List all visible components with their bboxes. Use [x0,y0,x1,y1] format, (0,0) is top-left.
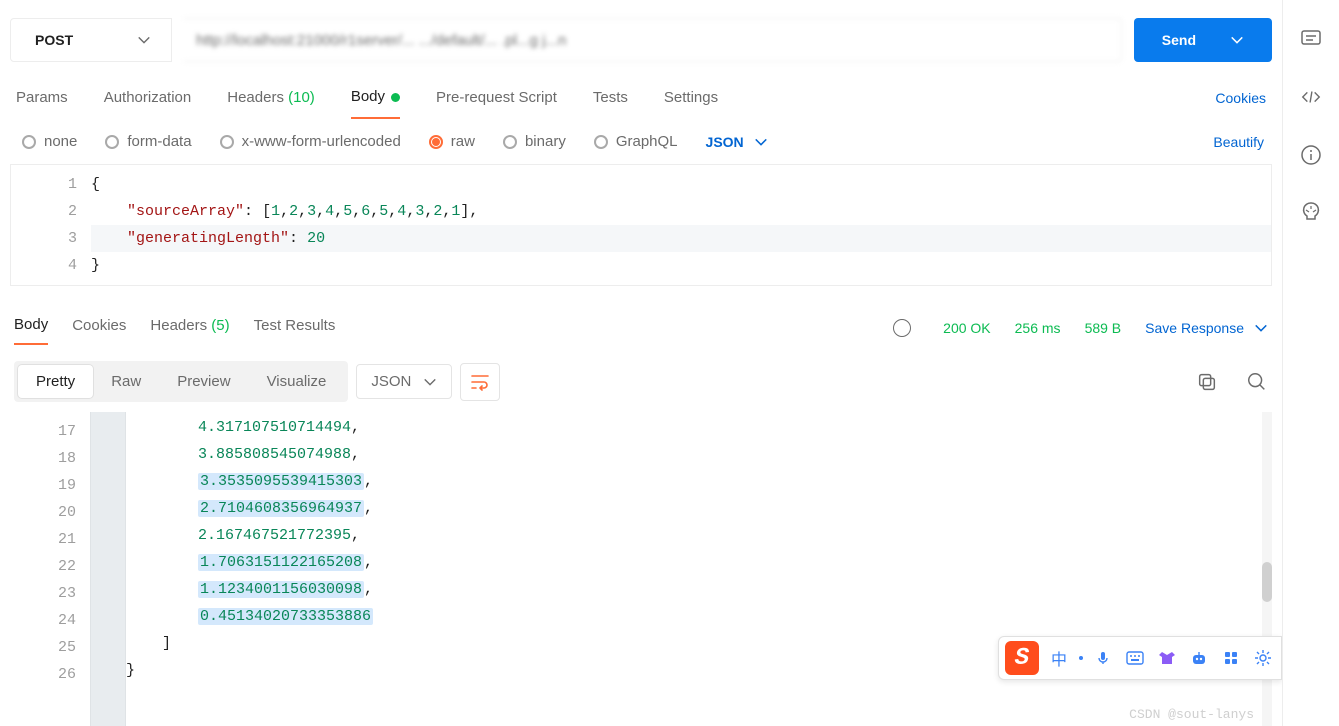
apps-icon[interactable] [1219,646,1243,670]
radio-icon [220,135,234,149]
cookies-link[interactable]: Cookies [1215,90,1266,106]
status-code: 200 OK [943,320,990,336]
resp-gutter: 17181920212223242526 [0,412,90,726]
tab-authorization[interactable]: Authorization [104,79,192,118]
body-format-dropdown[interactable]: JSON [706,134,768,150]
tab-headers[interactable]: Headers (10) [227,79,315,118]
gear-icon[interactable] [1251,646,1275,670]
http-method-select[interactable]: POST [10,18,172,62]
chevron-down-icon [1230,33,1244,47]
radio-raw[interactable]: raw [429,133,475,150]
view-mode-segment: Pretty Raw Preview Visualize [14,361,348,402]
mic-icon[interactable] [1091,646,1115,670]
robot-icon[interactable] [1187,646,1211,670]
radio-icon [22,135,36,149]
resp-tab-cookies[interactable]: Cookies [72,311,126,344]
radio-icon [503,135,517,149]
save-response-dropdown[interactable]: Save Response [1145,320,1268,336]
radio-icon [594,135,608,149]
chevron-down-icon [423,375,437,389]
radio-icon [429,135,443,149]
send-button[interactable]: Send [1134,18,1272,62]
radio-binary[interactable]: binary [503,133,566,150]
info-icon[interactable] [1300,144,1322,166]
copy-icon[interactable] [1196,371,1218,393]
chevron-down-icon [137,33,151,47]
globe-icon[interactable] [893,319,911,337]
view-visualize[interactable]: Visualize [249,365,345,398]
response-format-dropdown[interactable]: JSON [356,364,452,399]
keyboard-icon[interactable] [1123,646,1147,670]
radio-none[interactable]: none [22,133,77,150]
ime-mode[interactable]: 中 [1047,646,1071,670]
tab-body[interactable]: Body [351,78,400,119]
sogou-logo-icon[interactable]: S [1005,641,1039,675]
radio-form-data[interactable]: form-data [105,133,191,150]
tab-settings[interactable]: Settings [664,79,718,118]
view-raw[interactable]: Raw [93,365,159,398]
resp-tab-headers[interactable]: Headers (5) [150,311,229,344]
line-gutter: 1234 [11,165,91,285]
response-size: 589 B [1085,320,1122,336]
response-time: 256 ms [1015,320,1061,336]
wrap-icon [470,373,490,391]
request-body-editor[interactable]: 1234 { "sourceArray": [1,2,3,4,5,6,5,4,3… [10,164,1272,286]
radio-icon [105,135,119,149]
radio-graphql[interactable]: GraphQL [594,133,678,150]
comments-icon[interactable] [1300,28,1322,50]
chevron-down-icon [1254,321,1268,335]
fold-gutter[interactable] [90,412,126,726]
view-pretty[interactable]: Pretty [18,365,93,398]
response-body-editor[interactable]: 17181920212223242526 4.317107510714494, … [0,412,1282,726]
url-input[interactable]: http://localhost:21000/r1server/... .../… [184,18,1122,62]
view-preview[interactable]: Preview [159,365,248,398]
tab-prerequest[interactable]: Pre-request Script [436,79,557,118]
beautify-link[interactable]: Beautify [1213,134,1264,150]
method-label: POST [35,32,73,48]
ime-toolbar[interactable]: S 中 [998,636,1282,680]
resp-tab-body[interactable]: Body [14,310,48,345]
code-icon[interactable] [1300,86,1322,108]
tab-tests[interactable]: Tests [593,79,628,118]
body-active-dot-icon [391,93,400,102]
resp-tab-test-results[interactable]: Test Results [254,311,336,344]
search-icon[interactable] [1246,371,1268,393]
wrap-lines-button[interactable] [460,363,500,401]
lightbulb-icon[interactable] [1300,202,1322,224]
tab-params[interactable]: Params [16,79,68,118]
chevron-down-icon [754,135,768,149]
radio-xwww[interactable]: x-www-form-urlencoded [220,133,401,150]
shirt-icon[interactable] [1155,646,1179,670]
